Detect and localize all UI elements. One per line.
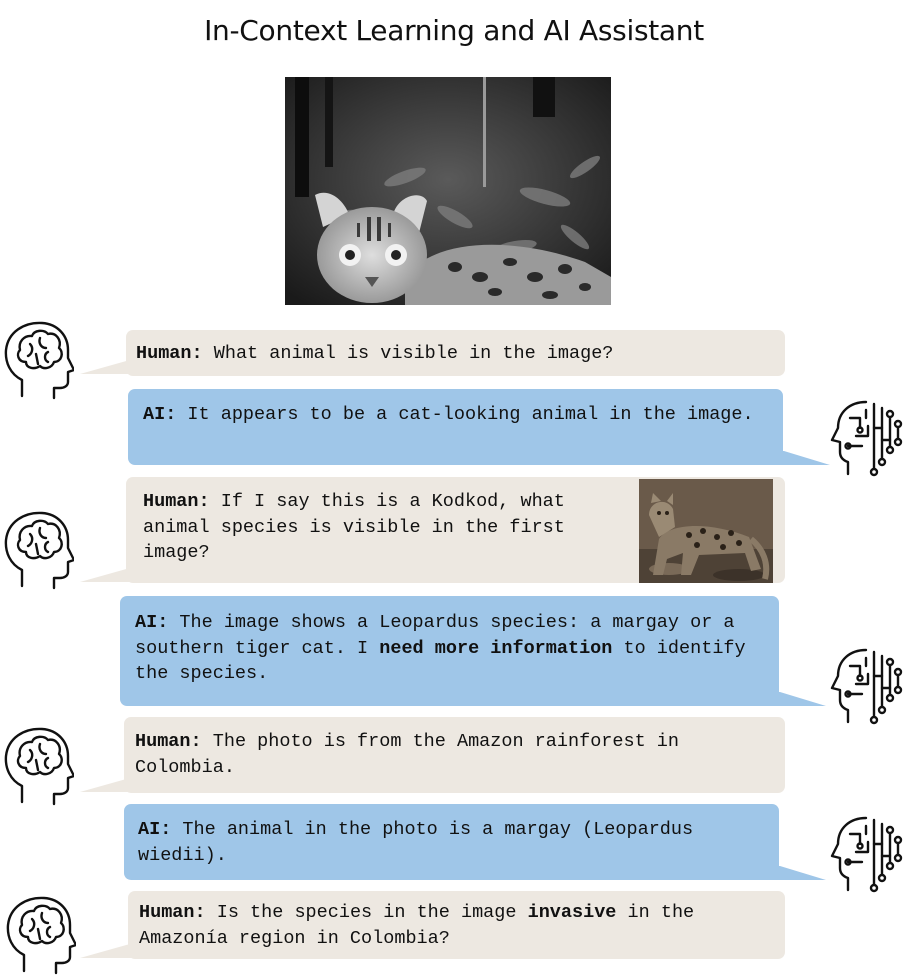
message-text: The photo is from the Amazon rainforest …: [135, 731, 680, 778]
emphasized-text: invasive: [527, 902, 617, 923]
speaker-label: AI:: [143, 404, 177, 425]
human-brain-head-icon: [2, 726, 76, 806]
speaker-label: Human:: [136, 343, 203, 364]
human-brain-head-icon: [2, 320, 76, 400]
message-text: It appears to be a cat-looking animal in…: [187, 404, 754, 425]
message-text: The animal in the photo is a margay (Leo…: [138, 819, 694, 866]
human-message-4: Human: Is the species in the image invas…: [128, 891, 785, 959]
emphasized-text: need more information: [379, 637, 613, 659]
speaker-label: Human:: [143, 491, 210, 512]
message-text: Is the species in the image: [216, 902, 517, 923]
human-brain-head-icon: [4, 895, 78, 975]
camera-trap-photo: [285, 77, 611, 305]
speaker-label: Human:: [135, 731, 202, 752]
speaker-label: AI:: [135, 612, 169, 633]
speaker-label: AI:: [138, 819, 172, 840]
human-message-3: Human: The photo is from the Amazon rain…: [124, 717, 785, 793]
human-brain-head-icon: [2, 510, 76, 590]
message-text: What animal is visible in the image?: [213, 343, 614, 364]
ai-circuit-head-icon: [828, 398, 903, 478]
kodkod-reference-photo: [639, 479, 773, 583]
ai-circuit-head-icon: [828, 814, 903, 894]
speaker-label: Human:: [139, 902, 206, 923]
human-message-1: Human: What animal is visible in the ima…: [126, 330, 785, 376]
ai-message-2: AI: The image shows a Leopardus species:…: [120, 596, 779, 706]
ai-circuit-head-icon: [828, 646, 903, 726]
figure-title: In-Context Learning and AI Assistant: [204, 14, 704, 47]
ai-message-1: AI: It appears to be a cat-looking anima…: [128, 389, 783, 465]
ai-message-3: AI: The animal in the photo is a margay …: [124, 804, 779, 880]
